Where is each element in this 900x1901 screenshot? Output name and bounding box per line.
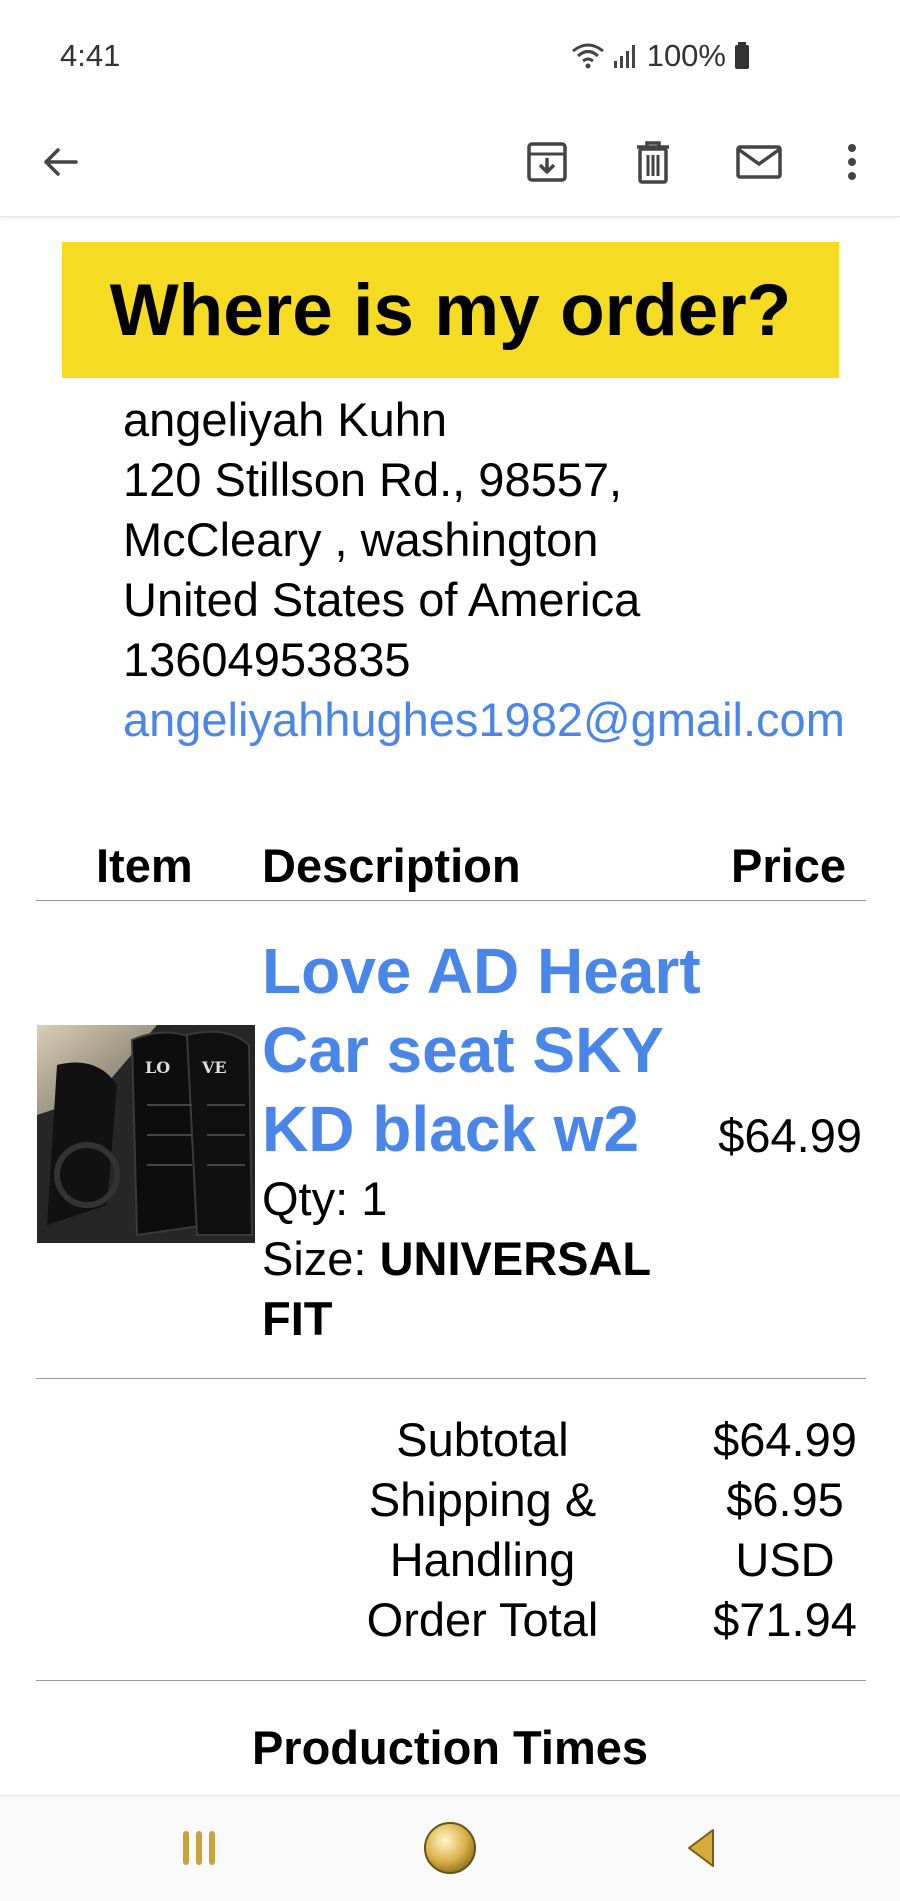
svg-text:VE: VE bbox=[201, 1058, 227, 1077]
product-image[interactable]: LO VE bbox=[37, 1025, 255, 1243]
mail-icon[interactable] bbox=[727, 130, 791, 194]
wifi-icon bbox=[571, 42, 605, 70]
back-arrow-icon[interactable] bbox=[28, 130, 92, 194]
divider bbox=[36, 1378, 866, 1379]
battery-icon bbox=[734, 42, 750, 70]
address-country: United States of America bbox=[123, 573, 641, 626]
product-title-link[interactable]: Love AD Heart Car seat SKY KD black w2 bbox=[262, 932, 732, 1169]
size-line: Size: UNIVERSAL FIT bbox=[262, 1229, 732, 1349]
divider bbox=[36, 1680, 866, 1681]
status-icons: 100% bbox=[571, 38, 750, 74]
header-price: Price bbox=[731, 839, 846, 892]
totals-labels: Subtotal Shipping & Handling Order Total bbox=[330, 1410, 635, 1650]
subtotal-value: $64.99 bbox=[713, 1413, 857, 1466]
archive-icon[interactable] bbox=[515, 130, 579, 194]
recent-apps-icon[interactable] bbox=[164, 1818, 234, 1878]
status-time: 4:41 bbox=[60, 38, 121, 73]
customer-name: angeliyah Kuhn bbox=[123, 393, 448, 446]
banner-heading: Where is my order? bbox=[109, 269, 792, 351]
more-options-icon[interactable] bbox=[820, 130, 884, 194]
production-times-heading: Production Times bbox=[251, 1721, 649, 1774]
home-icon[interactable] bbox=[415, 1818, 485, 1878]
order-total-value: $71.94 bbox=[713, 1593, 857, 1646]
header-description: Description bbox=[262, 839, 521, 892]
item-price: $64.99 bbox=[718, 1109, 862, 1162]
address-street: 120 Stillson Rd., 98557, bbox=[123, 453, 623, 506]
order-table-header: Item Description Price bbox=[36, 838, 866, 901]
size-label: Size: bbox=[262, 1232, 367, 1285]
product-description: Love AD Heart Car seat SKY KD black w2 Q… bbox=[262, 932, 732, 1349]
qty-value: 1 bbox=[361, 1172, 388, 1225]
delete-icon[interactable] bbox=[621, 130, 685, 194]
customer-phone: 13604953835 bbox=[123, 633, 411, 686]
currency-value: USD bbox=[735, 1533, 835, 1586]
svg-text:LO: LO bbox=[145, 1058, 170, 1077]
system-nav-bar bbox=[0, 1795, 900, 1901]
shipping-address: angeliyah Kuhn 120 Stillson Rd., 98557, … bbox=[123, 390, 883, 750]
back-icon[interactable] bbox=[666, 1818, 736, 1878]
email-toolbar bbox=[0, 110, 900, 217]
status-bar: 4:41 100% bbox=[0, 0, 900, 110]
qty-label: Qty: bbox=[262, 1172, 349, 1225]
customer-email-link[interactable]: angeliyahhughes1982@gmail.com bbox=[123, 690, 883, 750]
header-item: Item bbox=[96, 839, 193, 892]
signal-icon bbox=[613, 43, 639, 69]
address-city: McCleary , washington bbox=[123, 513, 599, 566]
quantity-line: Qty: 1 bbox=[262, 1169, 732, 1229]
order-banner: Where is my order? bbox=[62, 242, 839, 378]
subtotal-label: Subtotal bbox=[396, 1413, 569, 1466]
totals-values: $64.99 $6.95 USD $71.94 bbox=[690, 1410, 880, 1650]
shipping-label-2: Handling bbox=[389, 1533, 576, 1586]
shipping-label-1: Shipping & bbox=[368, 1473, 597, 1526]
shipping-value: $6.95 bbox=[726, 1473, 844, 1526]
order-total-label: Order Total bbox=[366, 1593, 599, 1646]
battery-text: 100% bbox=[646, 38, 726, 73]
